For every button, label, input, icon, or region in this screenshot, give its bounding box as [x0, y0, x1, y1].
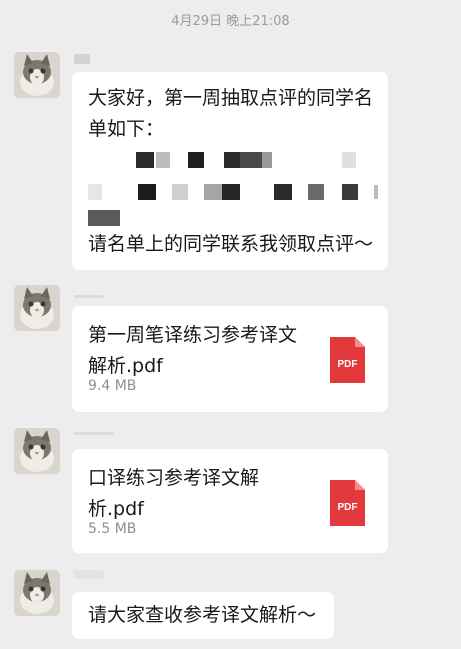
redaction-mosaic — [262, 152, 272, 168]
redaction-mosaic — [222, 184, 240, 200]
redaction-mosaic — [342, 152, 356, 168]
avatar[interactable] — [14, 570, 60, 616]
message-text-line: 大家好，第一周抽取点评的同学名 — [88, 87, 374, 109]
sender-name-mosaic — [74, 570, 104, 579]
pdf-file-icon: PDF — [330, 337, 365, 383]
pdf-file-icon: PDF — [330, 480, 365, 526]
redaction-mosaic — [224, 152, 240, 168]
redaction-mosaic — [156, 152, 170, 168]
cat-avatar-image — [14, 52, 60, 98]
message-bubble[interactable]: 大家好，第一周抽取点评的同学名 单如下： 请名单上的同学联系我领取点评～ — [72, 72, 388, 270]
redacted-names-row — [88, 145, 374, 176]
pdf-icon-label: PDF — [337, 502, 358, 513]
cat-avatar-image — [14, 285, 60, 331]
file-message-card[interactable]: 第一周笔译练习参考译文解析.pdf 9.4 MB PDF — [72, 306, 388, 412]
redaction-mosaic — [204, 184, 222, 200]
file-name: 口译练习参考译文解析.pdf — [88, 467, 260, 520]
message-text-line: 请名单上的同学联系我领取点评～ — [88, 233, 374, 255]
chat-timestamp: 4月29日 晚上21:08 — [171, 14, 290, 29]
pdf-icon-label: PDF — [337, 359, 358, 370]
file-size: 5.5 MB — [88, 521, 137, 537]
redaction-mosaic — [308, 184, 324, 200]
message-text-line: 单如下： — [88, 118, 165, 140]
sender-name-mosaic — [74, 54, 90, 64]
cat-avatar-image — [14, 428, 60, 474]
file-message-card[interactable]: 口译练习参考译文解析.pdf 5.5 MB PDF — [72, 449, 388, 553]
sender-name-mosaic — [74, 295, 104, 298]
redaction-mosaic — [188, 152, 204, 168]
redaction-mosaic — [274, 184, 292, 200]
avatar[interactable] — [14, 52, 60, 98]
message-bubble[interactable]: 请大家查收参考译文解析～ — [72, 592, 334, 639]
redaction-mosaic — [342, 184, 358, 200]
redaction-mosaic — [88, 210, 120, 226]
redacted-names-row — [88, 207, 374, 229]
file-name: 第一周笔译练习参考译文解析.pdf — [88, 324, 298, 377]
redaction-mosaic — [240, 152, 262, 168]
redaction-mosaic — [374, 185, 378, 199]
sender-name-mosaic — [74, 432, 114, 435]
cat-avatar-image — [14, 570, 60, 616]
redacted-names-row — [88, 176, 378, 207]
file-size: 9.4 MB — [88, 378, 137, 394]
redaction-mosaic — [138, 184, 156, 200]
message-text-line: 请大家查收参考译文解析～ — [88, 604, 317, 626]
redaction-mosaic — [88, 184, 102, 200]
redaction-mosaic — [172, 184, 188, 200]
avatar[interactable] — [14, 285, 60, 331]
avatar[interactable] — [14, 428, 60, 474]
redaction-mosaic — [136, 152, 154, 168]
